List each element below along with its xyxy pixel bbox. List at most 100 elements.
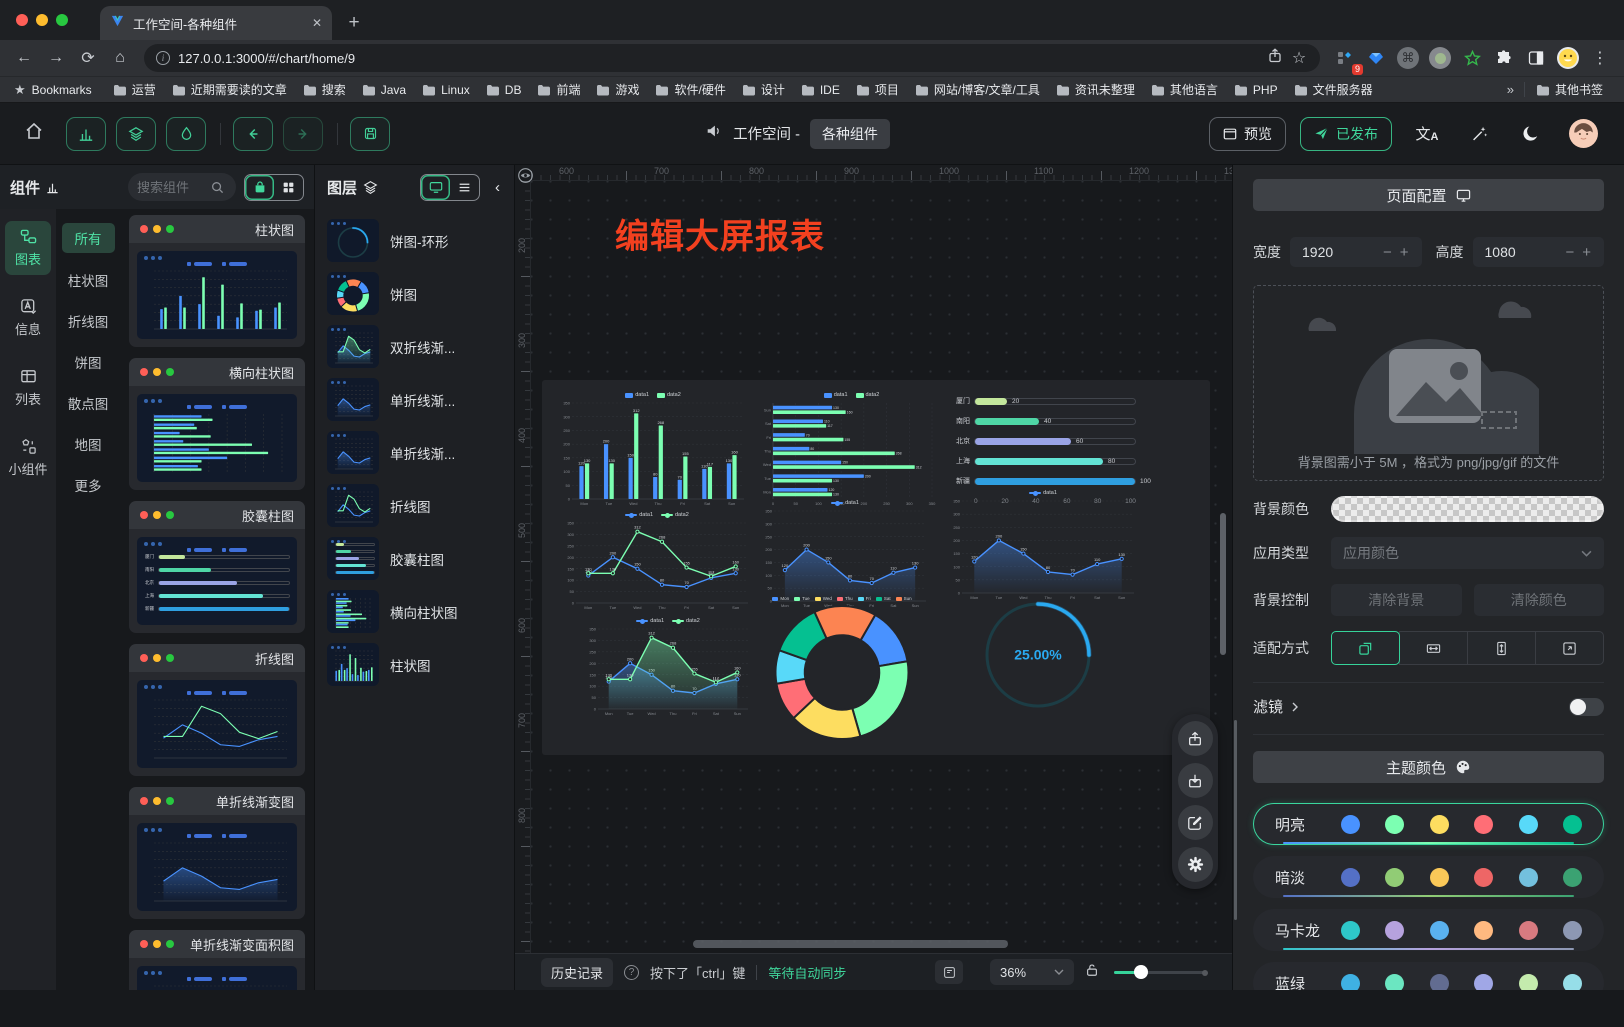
bookmark-folder[interactable]: 近期需要读的文章 (165, 78, 294, 101)
list-view-icon[interactable] (450, 175, 479, 200)
theme-color-dot[interactable] (1430, 868, 1449, 887)
filter-toggle[interactable] (1569, 698, 1604, 716)
theme-color-dot[interactable] (1563, 815, 1582, 834)
sidepanel-icon[interactable] (1522, 44, 1550, 72)
new-tab-button[interactable]: + (340, 9, 368, 37)
layer-item[interactable]: 横向柱状图 (327, 590, 502, 633)
width-plus-button[interactable]: + (1396, 244, 1413, 261)
theme-color-dot[interactable] (1474, 921, 1493, 940)
layer-item[interactable]: 单折线渐... (327, 431, 502, 474)
config-toggle-button[interactable] (166, 117, 206, 151)
category-item[interactable]: 饼图 (75, 352, 102, 372)
component-card[interactable]: 横向柱状图 (129, 358, 305, 490)
theme-color-dot[interactable] (1474, 815, 1493, 834)
pie-donut-chart[interactable]: MonTueWedThuFriSatSun (740, 596, 944, 744)
bookmark-folder[interactable]: PHP (1227, 80, 1285, 100)
dashboard-group[interactable]: data1data2050100150200250300350MonTueWed… (542, 380, 1210, 755)
theme-row-马卡龙[interactable]: 马卡龙 (1253, 909, 1604, 951)
category-item[interactable]: 更多 (75, 475, 102, 495)
other-bookmarks-folder[interactable]: 其他书签 (1529, 78, 1610, 101)
theme-color-dot[interactable] (1519, 974, 1538, 991)
grid-view-icon[interactable] (274, 175, 303, 200)
bookmark-folder[interactable]: 资讯未整理 (1049, 78, 1142, 101)
sidebar-tab-4[interactable]: 小组件 (5, 431, 51, 485)
search-components-box[interactable] (128, 173, 236, 201)
collapse-panel-icon[interactable]: ‹ (487, 179, 502, 196)
theme-row-暗淡[interactable]: 暗淡 (1253, 856, 1604, 898)
line-chart[interactable]: data1data2050100150200250300350MonTueWed… (562, 512, 752, 614)
bookmark-folder[interactable]: 网站/博客/文章/工具 (908, 78, 1047, 101)
theme-color-dot[interactable] (1385, 974, 1404, 991)
theme-color-dot[interactable] (1341, 868, 1360, 887)
bookmark-folder[interactable]: 前端 (530, 78, 587, 101)
import-icon[interactable] (1178, 763, 1213, 798)
theme-color-dot[interactable] (1563, 921, 1582, 940)
puzzle-extensions-icon[interactable] (1490, 44, 1518, 72)
bookmarks-overflow-icon[interactable]: » (1501, 82, 1520, 97)
dark-mode-moon-icon[interactable] (1514, 117, 1548, 151)
height-stepper[interactable]: 1080 − + (1473, 237, 1605, 267)
component-card[interactable]: 单折线渐变面积图 (129, 930, 305, 990)
user-avatar[interactable] (1566, 117, 1600, 151)
bookmark-folder[interactable]: Linux (415, 80, 477, 100)
reload-icon[interactable]: ⟳ (74, 44, 102, 72)
forward-icon[interactable]: → (42, 44, 70, 72)
redo-button[interactable] (283, 117, 323, 151)
width-value[interactable]: 1920 (1302, 244, 1379, 260)
clear-background-button[interactable]: 清除背景 (1331, 584, 1462, 616)
star-extension-icon[interactable] (1458, 44, 1486, 72)
bookmark-folder[interactable]: IDE (794, 80, 847, 100)
fit-width-button[interactable] (1399, 631, 1468, 665)
bookmarks-label[interactable]: Bookmarks (32, 83, 92, 97)
progress-ring-chart[interactable]: 25.00% (968, 592, 1108, 718)
height-value[interactable]: 1080 (1485, 244, 1562, 260)
layer-item[interactable]: 单折线渐... (327, 378, 502, 421)
fit-scale-button[interactable] (1331, 631, 1400, 665)
sidebar-tab-1[interactable]: 图表 (5, 221, 51, 275)
theme-color-dot[interactable] (1474, 868, 1493, 887)
window-controls[interactable] (0, 0, 80, 40)
bookmarks-star-icon[interactable]: ★ (14, 82, 26, 98)
single-line-area-chart[interactable]: data1050100150200250300350MonTueWedThuFr… (948, 490, 1138, 604)
theme-color-dot[interactable] (1430, 815, 1449, 834)
theme-color-dot[interactable] (1563, 974, 1582, 991)
help-icon[interactable]: ? (624, 965, 639, 980)
bar-chart[interactable]: data1data2050100150200250300350MonTueWed… (558, 392, 748, 510)
width-stepper[interactable]: 1920 − + (1290, 237, 1422, 267)
height-plus-button[interactable]: + (1578, 244, 1595, 261)
clear-color-button[interactable]: 清除颜色 (1474, 584, 1605, 616)
fit-stretch-button[interactable] (1535, 631, 1604, 665)
theme-color-dot[interactable] (1474, 974, 1493, 991)
preview-button[interactable]: 预览 (1209, 117, 1286, 151)
component-card[interactable]: 折线图 (129, 644, 305, 776)
theme-color-dot[interactable] (1385, 921, 1404, 940)
bookmark-folder[interactable]: 项目 (849, 78, 906, 101)
back-icon[interactable]: ← (10, 44, 38, 72)
layer-item[interactable]: 胶囊柱图 (327, 537, 502, 580)
export-icon[interactable] (1178, 721, 1213, 756)
category-item[interactable]: 散点图 (68, 393, 109, 413)
bookmark-folder[interactable]: 文件服务器 (1287, 78, 1380, 101)
bag-view-icon[interactable] (245, 175, 274, 200)
theme-color-dot[interactable] (1430, 974, 1449, 991)
app-home-icon[interactable] (24, 121, 44, 146)
theme-color-dot[interactable] (1385, 868, 1404, 887)
extension-icon[interactable]: 9 (1330, 44, 1358, 72)
notes-panel-icon[interactable] (935, 960, 963, 984)
bookmark-folder[interactable]: 搜索 (296, 78, 353, 101)
address-bar[interactable]: i 127.0.0.1:3000/#/chart/home/9 ☆ (144, 44, 1320, 72)
category-item[interactable]: 所有 (62, 223, 115, 253)
thumbnail-view-icon[interactable] (421, 175, 450, 200)
category-item[interactable]: 折线图 (68, 311, 109, 331)
minimize-window-button[interactable] (36, 14, 48, 26)
canvas-text-title[interactable]: 编辑大屏报表 (615, 209, 825, 258)
horizontal-bar-chart[interactable]: data1data2050100150200250300350Sun130160… (760, 392, 943, 510)
eye-icon[interactable] (517, 167, 534, 189)
theme-color-dot[interactable] (1385, 815, 1404, 834)
cmd-extension-icon[interactable]: ⌘ (1394, 44, 1422, 72)
bookmark-star-icon[interactable]: ☆ (1290, 44, 1308, 72)
zoom-select[interactable]: 36% (990, 959, 1074, 985)
theme-row-蓝绿[interactable]: 蓝绿 (1253, 962, 1604, 990)
layer-item[interactable]: 柱状图 (327, 643, 502, 686)
undo-button[interactable] (233, 117, 273, 151)
